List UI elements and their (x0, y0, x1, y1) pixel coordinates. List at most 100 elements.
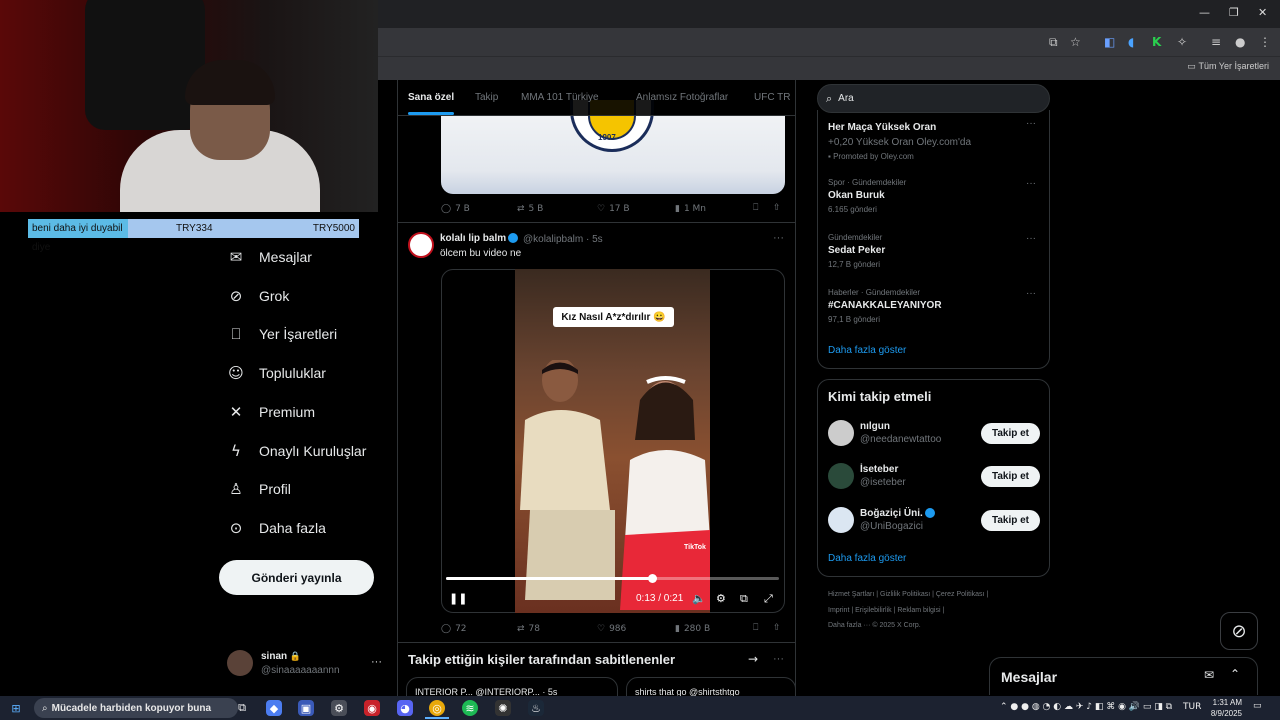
copilot-icon[interactable]: ◆ (266, 700, 282, 716)
star-icon[interactable]: ☆ (1070, 35, 1081, 49)
nav-more[interactable]: ⊙ Daha fazla (227, 519, 326, 537)
picture-in-picture-icon[interactable]: ⧉ (740, 592, 748, 606)
grok-floating-button[interactable]: ⊘ (1220, 612, 1258, 650)
follow-suggestion[interactable]: Boğaziçi Üni. @UniBogazici Takip et (828, 506, 1040, 534)
reply-button[interactable]: ◯ 7 B (441, 204, 470, 214)
nav-verified-orgs[interactable]: ϟ Onaylı Kuruluşlar (227, 442, 366, 460)
chrome-icon[interactable]: ◎ (429, 700, 445, 716)
spotify-icon[interactable]: ≋ (462, 700, 478, 716)
section-more-icon[interactable]: ··· (773, 653, 784, 665)
follow-suggestion[interactable]: nılgun @needanewtattoo Takip et (828, 419, 1040, 447)
donation-ticker: beni daha iyi duyabil diye TRY334 TRY500… (28, 219, 359, 253)
expand-drawer-icon[interactable]: ⌃ (1230, 667, 1240, 681)
trend-item[interactable]: Haberler · Gündemdekiler #CANAKKALEYANIY… (828, 288, 942, 324)
search-input[interactable]: ⌕ Ara (817, 84, 1050, 113)
trend-item[interactable]: Gündemdekiler Sedat Peker 12,7 B gönderi (828, 233, 885, 269)
app-icon[interactable]: ◉ (364, 700, 380, 716)
steam-icon[interactable]: ♨ (528, 700, 544, 716)
nav-grok[interactable]: ⊘ Grok (227, 287, 290, 305)
account-handle: @sinaaaaaaannn (261, 665, 340, 676)
new-message-icon[interactable]: ✉ (1204, 668, 1214, 682)
nav-premium[interactable]: ✕ Premium (227, 403, 315, 421)
taskbar-clock[interactable]: 1:31 AM 8/9/2025 (1204, 697, 1242, 719)
like-button[interactable]: ♡ 17 B (597, 204, 630, 214)
settings-gear-icon[interactable]: ⚙ (716, 592, 726, 605)
browser-menu-icon[interactable]: ⋮ (1259, 35, 1271, 49)
nav-messages[interactable]: ✉ Mesajlar (227, 248, 312, 266)
verified-badge-icon (508, 233, 519, 244)
follow-button[interactable]: Takip et (981, 509, 1040, 531)
like-button[interactable]: ♡ 986 (597, 624, 626, 634)
minimize-icon[interactable]: — (1199, 6, 1210, 19)
trend-more-icon[interactable]: ··· (1026, 178, 1036, 189)
tray-icons[interactable]: ⌃ ● ● ◍ ◔ ◐ ☁ ✈ ♪ ◧ ⌘ ◉ 🔊 ▭ ◨ ⧉ (1000, 702, 1172, 712)
account-switcher[interactable]: sinan 🔒 @sinaaaaaaannn ··· (227, 650, 387, 680)
translate-extension-icon[interactable]: ◧ (1104, 35, 1115, 49)
trend-item[interactable]: Spor · Gündemdekiler Okan Buruk 6.165 gö… (828, 178, 906, 214)
post-author-name[interactable]: kolalı lip balm (440, 233, 519, 244)
tab-anlamsiz-fotograflar[interactable]: Anlamsız Fotoğraflar (636, 92, 728, 103)
settings-app-icon[interactable]: ⚙ (331, 700, 347, 716)
steelseries-icon[interactable]: ✺ (495, 700, 511, 716)
media-control-icon[interactable]: ≡ (1211, 35, 1221, 49)
nav-communities[interactable]: ☺ Topluluklar (227, 364, 326, 382)
all-bookmarks-folder[interactable]: ▭ Tüm Yer İşaretleri (1187, 61, 1269, 72)
trend-more-icon[interactable]: ··· (1026, 118, 1036, 129)
post-more-icon[interactable]: ··· (773, 232, 784, 244)
footer-links[interactable]: Daha fazla ··· © 2025 X Corp. (828, 622, 921, 629)
trends-show-more-link[interactable]: Daha fazla göster (828, 345, 906, 356)
arrow-right-icon[interactable]: → (748, 652, 758, 666)
post-button[interactable]: Gönderi yayınla (219, 560, 374, 595)
tab-sana-ozel[interactable]: Sana özel (408, 92, 454, 103)
messages-drawer[interactable]: Mesajlar ✉ ⌃ (989, 657, 1258, 695)
share-button[interactable]: ⇧ (773, 623, 781, 633)
trend-more-icon[interactable]: ··· (1026, 288, 1036, 299)
task-view-icon[interactable]: ⧉ (234, 700, 250, 716)
post-author-avatar[interactable] (408, 232, 434, 258)
repost-button[interactable]: ⇄ 5 B (517, 204, 543, 214)
profile-icon[interactable]: ● (1235, 35, 1245, 49)
post-author-handle[interactable]: @kolalipbalm · 5s (523, 234, 603, 245)
close-icon[interactable]: ✕ (1258, 6, 1267, 19)
extensions-icon[interactable]: ✧ (1177, 35, 1187, 49)
follow-button[interactable]: Takip et (981, 465, 1040, 487)
nav-profile[interactable]: ♙ Profil (227, 480, 291, 498)
video-progress-knob[interactable] (648, 574, 657, 583)
fullscreen-icon[interactable]: ⤢ (764, 592, 773, 606)
footer-links[interactable]: Imprint | Erişilebilirlik | Reklam bilgi… (828, 607, 944, 614)
views-button[interactable]: ▮ 280 B (675, 624, 710, 634)
store-icon[interactable]: ▣ (298, 700, 314, 716)
tab-takip[interactable]: Takip (475, 92, 498, 103)
tab-mma-101[interactable]: MMA 101 Türkiye (521, 92, 599, 103)
tab-ufc-tr[interactable]: UFC TR (754, 92, 790, 103)
trend-more-icon[interactable]: ··· (1026, 233, 1036, 244)
views-button[interactable]: ▮ 1 Mn (675, 204, 706, 214)
ticker-amount-2: TRY5000 (312, 223, 355, 234)
notification-icon[interactable]: ▭ (1253, 701, 1262, 711)
audio-extension-icon[interactable]: ◖ (1128, 35, 1134, 49)
grok-icon: ⊘ (1231, 620, 1247, 642)
language-indicator[interactable]: TUR (1183, 702, 1201, 712)
footer-links[interactable]: Hizmet Şartları | Gizlilik Politikası | … (828, 591, 988, 598)
follow-button[interactable]: Takip et (981, 422, 1040, 444)
install-app-icon[interactable]: ⧉ (1049, 35, 1058, 50)
reply-button[interactable]: ◯ 72 (441, 624, 467, 634)
repost-button[interactable]: ⇄ 78 (517, 624, 540, 634)
kick-extension-icon[interactable]: K (1152, 35, 1161, 49)
pause-icon[interactable]: ❚❚ (449, 592, 467, 605)
windows-start-icon[interactable]: ⊞ (8, 700, 24, 716)
follow-suggestion[interactable]: İseteber @iseteber Takip et (828, 462, 1040, 490)
who-show-more-link[interactable]: Daha fazla göster (828, 553, 906, 564)
discord-icon[interactable]: ◕ (397, 700, 413, 716)
taskbar-search[interactable]: ⌕ Mücadele harbiden kopuyor buna (34, 698, 238, 718)
volume-icon[interactable]: 🔈 (692, 592, 706, 605)
address-bar-area[interactable] (378, 28, 1280, 56)
restore-icon[interactable]: ❐ (1229, 6, 1239, 19)
trend-item-promoted[interactable]: Her Maça Yüksek Oran +0,20 Yüksek Oran O… (828, 119, 971, 161)
communities-icon: ☺ (228, 364, 244, 382)
bookmark-button[interactable]: ⎕ (753, 203, 758, 213)
nav-bookmarks[interactable]: ⎕ Yer İşaretleri (227, 325, 337, 343)
account-more-icon[interactable]: ··· (371, 656, 382, 668)
share-button[interactable]: ⇧ (773, 203, 781, 213)
bookmark-button[interactable]: ⎕ (753, 623, 758, 633)
